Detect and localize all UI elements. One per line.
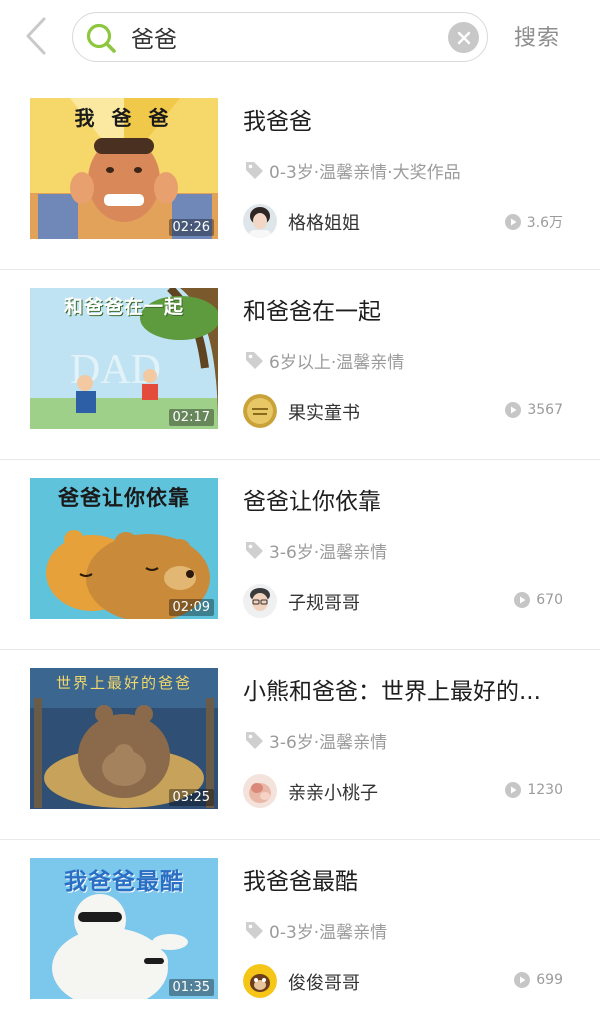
play-count: 670 — [536, 592, 563, 608]
video-thumbnail[interactable]: 世界上最好的爸爸 03:25 — [30, 668, 218, 809]
video-duration: 02:17 — [168, 409, 214, 426]
play-icon — [514, 972, 531, 988]
result-item[interactable]: 爸爸让你依靠 02:09 爸爸让你依靠 3-6岁·温馨亲情 子规哥哥 670 — [0, 460, 600, 650]
tag-text: 0-3岁·温馨亲情·大奖作品 — [269, 162, 461, 183]
result-item[interactable]: DAD 和爸爸在一起 02:17 和爸爸在一起 6岁以上·温馨亲情 果实童书 3… — [0, 270, 600, 460]
avatar[interactable] — [243, 964, 277, 998]
avatar[interactable] — [243, 774, 277, 808]
video-duration: 02:26 — [168, 219, 214, 236]
cover-title: 和爸爸在一起 — [63, 296, 184, 318]
video-thumbnail[interactable]: 爸爸让你依靠 02:09 — [30, 478, 218, 619]
tag-text: 6岁以上·温馨亲情 — [269, 352, 405, 373]
tag-text: 3-6岁·温馨亲情 — [269, 542, 388, 563]
video-duration: 03:25 — [168, 789, 214, 806]
search-input[interactable] — [131, 19, 431, 55]
video-thumbnail[interactable]: 我爸爸最酷 01:35 — [30, 858, 218, 999]
play-icon — [514, 592, 531, 608]
chevron-left-icon — [26, 17, 46, 55]
cover-title: 我 爸 爸 — [74, 106, 174, 130]
clear-search-button[interactable] — [448, 22, 479, 53]
tag-icon — [246, 352, 263, 369]
video-title[interactable]: 小熊和爸爸：世界上最好的... — [243, 672, 573, 706]
play-icon — [504, 214, 521, 230]
play-count: 3.6万 — [526, 215, 563, 231]
search-icon — [86, 23, 116, 53]
video-thumbnail[interactable]: DAD 和爸爸在一起 02:17 — [30, 288, 218, 429]
author-name[interactable]: 子规哥哥 — [288, 589, 360, 615]
result-item[interactable]: 世界上最好的爸爸 03:25 小熊和爸爸：世界上最好的... 3-6岁·温馨亲情… — [0, 650, 600, 840]
play-count-group: 3567 — [505, 402, 563, 418]
video-title[interactable]: 我爸爸 — [243, 102, 573, 136]
video-thumbnail[interactable]: 我 爸 爸 02:26 — [30, 98, 218, 239]
cover-title: 爸爸让你依靠 — [58, 486, 190, 510]
search-button[interactable]: 搜索 — [514, 20, 560, 52]
avatar[interactable] — [243, 584, 277, 618]
video-title[interactable]: 爸爸让你依靠 — [243, 482, 573, 516]
video-duration: 01:35 — [168, 979, 214, 996]
clear-icon — [457, 31, 470, 44]
result-item[interactable]: 我 爸 爸 02:26 我爸爸 0-3岁·温馨亲情·大奖作品 格格姐姐 3.6万 — [0, 80, 600, 270]
video-duration: 02:09 — [168, 599, 214, 616]
avatar[interactable] — [243, 394, 277, 428]
play-count-group: 3.6万 — [504, 212, 563, 232]
result-item[interactable]: 我爸爸最酷 01:35 我爸爸最酷 0-3岁·温馨亲情 俊俊哥哥 699 — [0, 840, 600, 1024]
play-count-group: 670 — [514, 592, 563, 608]
author-name[interactable]: 亲亲小桃子 — [288, 779, 378, 805]
tag-row: 0-3岁·温馨亲情 — [243, 918, 388, 943]
search-header: 搜索 — [0, 0, 600, 80]
video-title[interactable]: 和爸爸在一起 — [243, 292, 573, 326]
author-name[interactable]: 格格姐姐 — [288, 209, 360, 235]
play-count: 699 — [536, 972, 563, 988]
tag-text: 3-6岁·温馨亲情 — [269, 732, 388, 753]
tag-icon — [246, 732, 263, 749]
play-count: 1230 — [527, 782, 563, 798]
play-icon — [505, 402, 522, 418]
play-count-group: 699 — [514, 972, 563, 988]
back-button[interactable] — [18, 16, 54, 56]
cover-title: 世界上最好的爸爸 — [55, 674, 192, 692]
tag-icon — [246, 162, 263, 179]
search-box[interactable] — [72, 12, 488, 62]
author-name[interactable]: 俊俊哥哥 — [288, 969, 360, 995]
video-title[interactable]: 我爸爸最酷 — [243, 862, 573, 896]
tag-row: 6岁以上·温馨亲情 — [243, 348, 405, 373]
author-name[interactable]: 果实童书 — [288, 399, 360, 425]
tag-row: 0-3岁·温馨亲情·大奖作品 — [243, 158, 461, 183]
tag-text: 0-3岁·温馨亲情 — [269, 922, 388, 943]
cover-title: 我爸爸最酷 — [64, 869, 184, 895]
tag-row: 3-6岁·温馨亲情 — [243, 728, 388, 753]
play-count-group: 1230 — [505, 782, 563, 798]
tag-row: 3-6岁·温馨亲情 — [243, 538, 388, 563]
play-count: 3567 — [527, 402, 563, 418]
tag-icon — [246, 922, 263, 939]
avatar[interactable] — [243, 204, 277, 238]
play-icon — [505, 782, 522, 798]
tag-icon — [246, 542, 263, 559]
